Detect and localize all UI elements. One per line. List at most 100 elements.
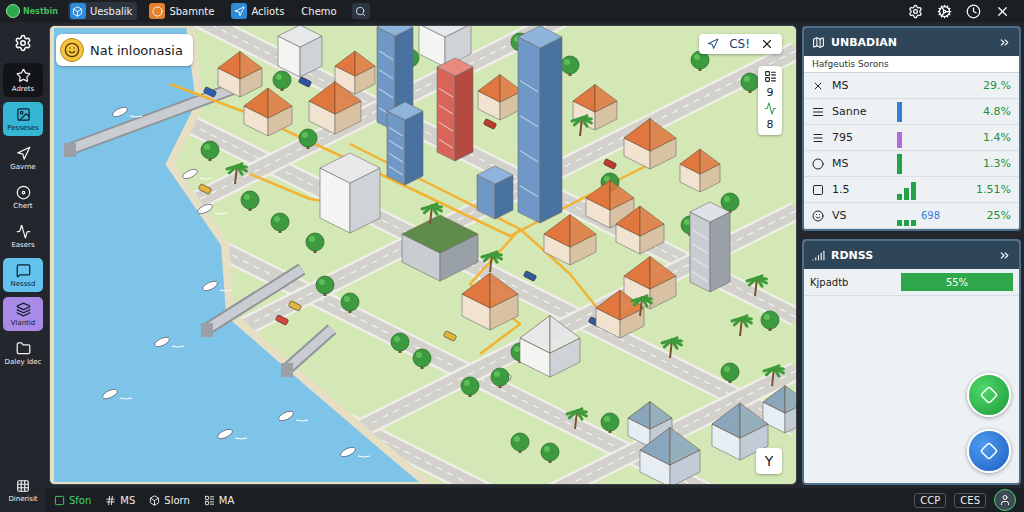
bottom-item[interactable]: MA (204, 495, 234, 506)
car (443, 331, 456, 342)
sidebar-item[interactable]: Easers (3, 219, 43, 253)
sidebar-item[interactable]: Gavrne (3, 141, 43, 175)
bottom-bar: Sfon MS Slorn MA CCP CES (46, 488, 1024, 512)
sidebar: Adrets Pesseses Gavrne Chert Easers Nesssd Vla… (0, 22, 46, 512)
sidebar-item[interactable]: Pesseses (3, 102, 43, 136)
tree (761, 311, 779, 331)
spark-bar (897, 220, 902, 226)
stat-row[interactable]: VS69825% (804, 203, 1019, 229)
blue-action-button[interactable] (967, 429, 1011, 473)
map-icon (812, 36, 825, 49)
palm-tree (227, 164, 246, 184)
building (520, 316, 580, 378)
building (478, 75, 522, 121)
building (624, 257, 676, 310)
sidebar-item[interactable]: Chert (3, 180, 43, 214)
top-tab[interactable]: Sbamnte (147, 2, 219, 20)
panel-header: UNBADIAN (804, 28, 1019, 56)
sidebar-item-icon (16, 68, 31, 83)
collapse-icon[interactable] (998, 249, 1011, 262)
stat-row[interactable]: MS1.3% (804, 151, 1019, 177)
bottom-item[interactable]: Sfon (54, 495, 91, 506)
city-map[interactable] (50, 26, 796, 484)
list-icon[interactable] (764, 70, 777, 83)
sidebar-item[interactable]: Adrets (3, 63, 43, 97)
tree (741, 73, 759, 93)
diamond-icon (980, 442, 998, 460)
cog-icon[interactable] (937, 4, 952, 19)
top-tab[interactable]: Uesbalik (68, 2, 138, 20)
building (624, 119, 676, 170)
top-tab[interactable]: Chemo (299, 5, 341, 18)
user-icon (999, 494, 1011, 506)
building (320, 153, 380, 233)
palm-tree (422, 204, 441, 224)
building (518, 26, 562, 223)
building (218, 52, 262, 98)
compass-button[interactable]: Y (756, 448, 782, 474)
sidebar-item[interactable]: Daley ldec (3, 336, 43, 370)
sidebar-footer[interactable]: Dinerisit (3, 474, 43, 508)
search-button[interactable] (352, 3, 370, 19)
diamond-icon (980, 386, 998, 404)
boat (153, 335, 184, 348)
bottom-item-icon (105, 495, 116, 506)
sidebar-item-icon (16, 107, 31, 122)
top-bar: Nestbin Uesbalik Sbamnte Acliots Chemo (0, 0, 1024, 22)
spark-bar (897, 194, 902, 200)
bridge (64, 89, 232, 157)
activity-icon[interactable] (764, 102, 777, 115)
car (523, 271, 536, 282)
bottom-chip[interactable]: CCP (914, 493, 946, 508)
top-tab[interactable]: Acliots (229, 2, 289, 20)
boat (201, 279, 232, 292)
spark-bar (904, 188, 909, 200)
tree (241, 191, 259, 211)
view-chip[interactable]: CS! (699, 34, 782, 54)
tab-icon (231, 3, 247, 19)
bottom-item[interactable]: Slorn (149, 495, 190, 506)
clock-icon[interactable] (966, 4, 981, 19)
green-action-button[interactable] (967, 373, 1011, 417)
building (244, 88, 292, 136)
region-row[interactable]: Kjpadtb55% (804, 269, 1019, 296)
close-icon[interactable] (760, 37, 774, 51)
collapse-icon[interactable] (998, 36, 1011, 49)
building (387, 102, 423, 185)
settings-icon[interactable] (908, 4, 923, 19)
close-icon[interactable] (995, 4, 1010, 19)
stat-row[interactable]: 1.51.51% (804, 177, 1019, 203)
tree (271, 213, 289, 233)
sidebar-item[interactable]: Vlantid (3, 297, 43, 331)
bridge (201, 269, 302, 337)
sidebar-item-icon (16, 185, 31, 200)
bottom-chip[interactable]: CES (954, 493, 986, 508)
logo-icon (6, 4, 20, 18)
building (278, 26, 322, 77)
tree (273, 71, 291, 91)
bottom-item[interactable]: MS (105, 495, 135, 506)
tree (391, 333, 409, 353)
building (309, 82, 361, 135)
stats-panel: UNBADIANHafgeutis SoronsMS29.%Sanne4.8%7… (802, 26, 1021, 231)
game-screen: Nestbin Uesbalik Sbamnte Acliots Chemo Adrets… (0, 0, 1024, 512)
sidebar-settings[interactable] (14, 28, 32, 58)
building (477, 166, 513, 219)
stat-row[interactable]: 7951.4% (804, 125, 1019, 151)
navigation-icon (707, 38, 719, 50)
logo[interactable]: Nestbin (6, 4, 58, 18)
map-view[interactable]: Nat inloonasiaCS!98Y (49, 25, 797, 485)
location-chip[interactable]: Nat inloonasia (56, 34, 193, 66)
roads (50, 26, 796, 484)
tree (491, 368, 509, 388)
tree (561, 56, 579, 76)
stat-row[interactable]: MS29.% (804, 73, 1019, 99)
profile-button[interactable] (994, 489, 1016, 511)
sidebar-item[interactable]: Nesssd (3, 258, 43, 292)
tree (299, 129, 317, 149)
spark-bar (904, 220, 909, 226)
sidebar-item-icon (16, 302, 31, 317)
stat-row[interactable]: Sanne4.8% (804, 99, 1019, 125)
spark-bar (897, 102, 902, 122)
boat (181, 167, 212, 180)
